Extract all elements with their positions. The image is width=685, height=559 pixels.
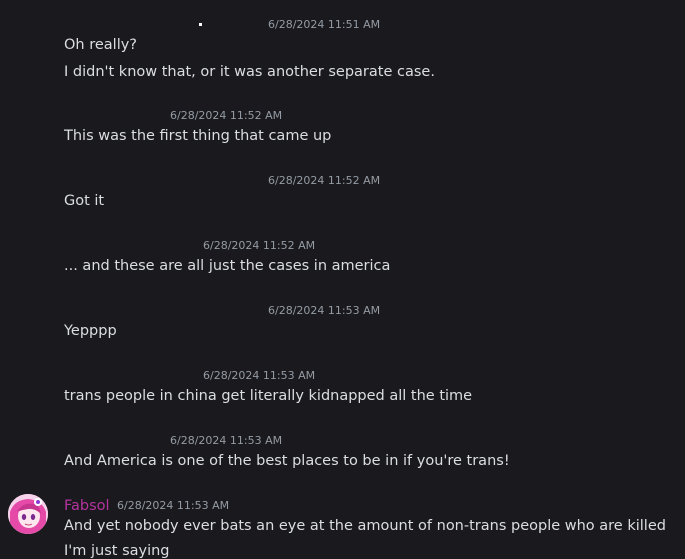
message-text: Yepppp (64, 323, 117, 339)
message-timestamp[interactable]: 6/28/2024 11:52 AM (170, 109, 282, 123)
message-text: And America is one of the best places to… (64, 453, 510, 469)
message-timestamp[interactable]: 6/28/2024 11:51 AM (268, 18, 380, 32)
message-text: And yet nobody ever bats an eye at the a… (64, 518, 666, 534)
message-timestamp[interactable]: 6/28/2024 11:52 AM (203, 239, 315, 253)
chat-window: 6/28/2024 11:51 AM Oh really? I didn't k… (0, 0, 685, 559)
avatar-image (8, 494, 48, 534)
message-text: I'm just saying (64, 543, 170, 559)
message-text: This was the first thing that came up (64, 128, 332, 144)
message-timestamp[interactable]: 6/28/2024 11:53 AM (268, 304, 380, 318)
user-avatar[interactable] (8, 494, 48, 534)
message-timestamp[interactable]: 6/28/2024 11:53 AM (170, 434, 282, 448)
message-text: Got it (64, 193, 105, 209)
message-timestamp[interactable]: 6/28/2024 11:53 AM (117, 499, 229, 513)
message-text: I didn't know that, or it was another se… (64, 64, 435, 80)
message-text: Oh really? (64, 37, 137, 53)
redacted-username (199, 23, 202, 26)
message-text: trans people in china get literally kidn… (64, 388, 473, 404)
message-timestamp[interactable]: 6/28/2024 11:52 AM (268, 174, 380, 188)
message-text: ... and these are all just the cases in … (64, 258, 391, 274)
message-timestamp[interactable]: 6/28/2024 11:53 AM (203, 369, 315, 383)
message-author[interactable]: Fabsol (64, 496, 110, 516)
